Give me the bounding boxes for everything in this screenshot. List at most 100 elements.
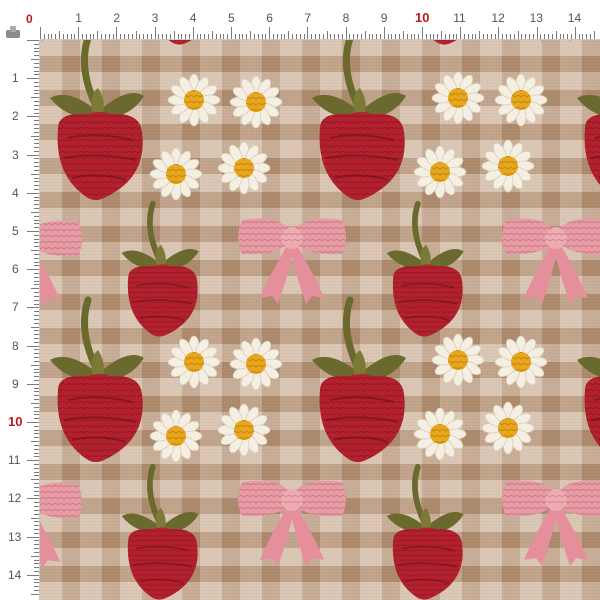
ruler-tick	[31, 555, 39, 557]
ruler-tick	[334, 34, 336, 39]
ruler-tick	[34, 532, 39, 534]
strawberry-small	[387, 204, 464, 337]
ruler-tick	[31, 517, 39, 519]
daisy	[494, 335, 548, 389]
ruler-tick	[551, 34, 553, 39]
ruler-tick	[452, 34, 454, 39]
ruler-tick	[82, 34, 84, 39]
ruler-tick	[502, 34, 504, 39]
left-ruler-number: 12	[8, 491, 22, 506]
ruler-tick	[364, 31, 366, 39]
ruler-tick	[525, 34, 527, 39]
ruler-tick	[127, 34, 129, 39]
embroidered-fabric-pattern	[40, 40, 600, 600]
strawberry-large	[50, 40, 144, 200]
ruler-tick	[246, 34, 248, 39]
ruler-tick	[353, 34, 355, 39]
ruler-tick	[27, 307, 39, 309]
ruler-tick	[34, 506, 39, 508]
left-ruler-number: 3	[12, 147, 19, 162]
ruler-tick	[34, 166, 39, 168]
daisy	[481, 401, 535, 455]
ruler-tick	[34, 51, 39, 53]
ruler-tick	[34, 93, 39, 95]
ruler-tick	[34, 66, 39, 68]
clip-icon	[6, 26, 20, 38]
ruler-tick	[34, 410, 39, 412]
strawberry-large	[312, 40, 406, 200]
ruler-tick	[34, 540, 39, 542]
ruler-tick	[34, 387, 39, 389]
daisy	[217, 141, 271, 195]
ruler-tick	[34, 563, 39, 565]
ruler-tick	[486, 34, 488, 39]
ruler-tick	[34, 337, 39, 339]
ruler-tick	[34, 429, 39, 431]
ruler-tick	[31, 173, 39, 175]
daisy	[217, 403, 271, 457]
ruler-tick	[34, 437, 39, 439]
ruler-tick	[223, 34, 225, 39]
ruler-tick	[406, 34, 408, 39]
ruler-tick	[34, 215, 39, 217]
ruler-tick	[34, 315, 39, 317]
ruler-tick	[250, 31, 252, 39]
top-ruler-number: 12	[491, 11, 505, 25]
ruler-tick	[307, 27, 309, 39]
pink-bow	[238, 40, 346, 42]
ruler-tick	[34, 551, 39, 553]
ruler-tick	[34, 242, 39, 244]
ruler-tick	[70, 34, 72, 39]
ruler-tick	[368, 34, 370, 39]
ruler-tick	[34, 544, 39, 546]
ruler-tick	[31, 288, 39, 290]
ruler-tick	[85, 34, 87, 39]
ruler-tick	[27, 345, 39, 347]
ruler-tick	[34, 261, 39, 263]
ruler-tick	[34, 55, 39, 57]
ruler-tick	[292, 34, 294, 39]
ruler-corner: 0	[0, 0, 40, 40]
ruler-tick	[31, 326, 39, 328]
daisy	[481, 139, 535, 193]
ruler-tick	[208, 34, 210, 39]
ruler-tick	[34, 146, 39, 148]
ruler-tick	[124, 34, 126, 39]
ruler-tick	[372, 34, 374, 39]
ruler-tick	[498, 27, 500, 39]
ruler-tick	[318, 34, 320, 39]
ruler-tick	[437, 34, 439, 39]
ruler-tick	[34, 590, 39, 592]
ruler-tick	[31, 250, 39, 252]
ruler-tick	[27, 383, 39, 385]
ruler-tick	[34, 399, 39, 401]
ruler-tick	[295, 34, 297, 39]
ruler-tick	[567, 34, 569, 39]
ruler-tick	[429, 34, 431, 39]
ruler-tick	[34, 70, 39, 72]
daisy	[149, 147, 203, 201]
ruler-tick	[27, 116, 39, 118]
pink-bow	[502, 40, 600, 42]
ruler-tick	[483, 34, 485, 39]
ruler-tick	[27, 269, 39, 271]
top-ruler-number: 6	[266, 11, 273, 25]
ruler-tick	[181, 34, 183, 39]
ruler-tick	[34, 273, 39, 275]
ruler-tick	[34, 376, 39, 378]
ruler-tick	[34, 570, 39, 572]
left-ruler: 1 2 3 4 5 6 7 8 9 10 11 12 13 14	[0, 0, 40, 600]
ruler-tick	[34, 486, 39, 488]
ruler-tick	[34, 425, 39, 427]
ruler-tick	[27, 498, 39, 500]
strawberry-large	[577, 300, 600, 462]
ruler-tick	[34, 456, 39, 458]
ruler-tick	[395, 34, 397, 39]
ruler-tick	[34, 299, 39, 301]
ruler-tick	[299, 34, 301, 39]
ruler-tick	[479, 31, 481, 39]
ruler-tick	[51, 34, 53, 39]
ruler-tick	[34, 582, 39, 584]
ruler-tick	[34, 334, 39, 336]
pink-bow	[502, 218, 600, 304]
